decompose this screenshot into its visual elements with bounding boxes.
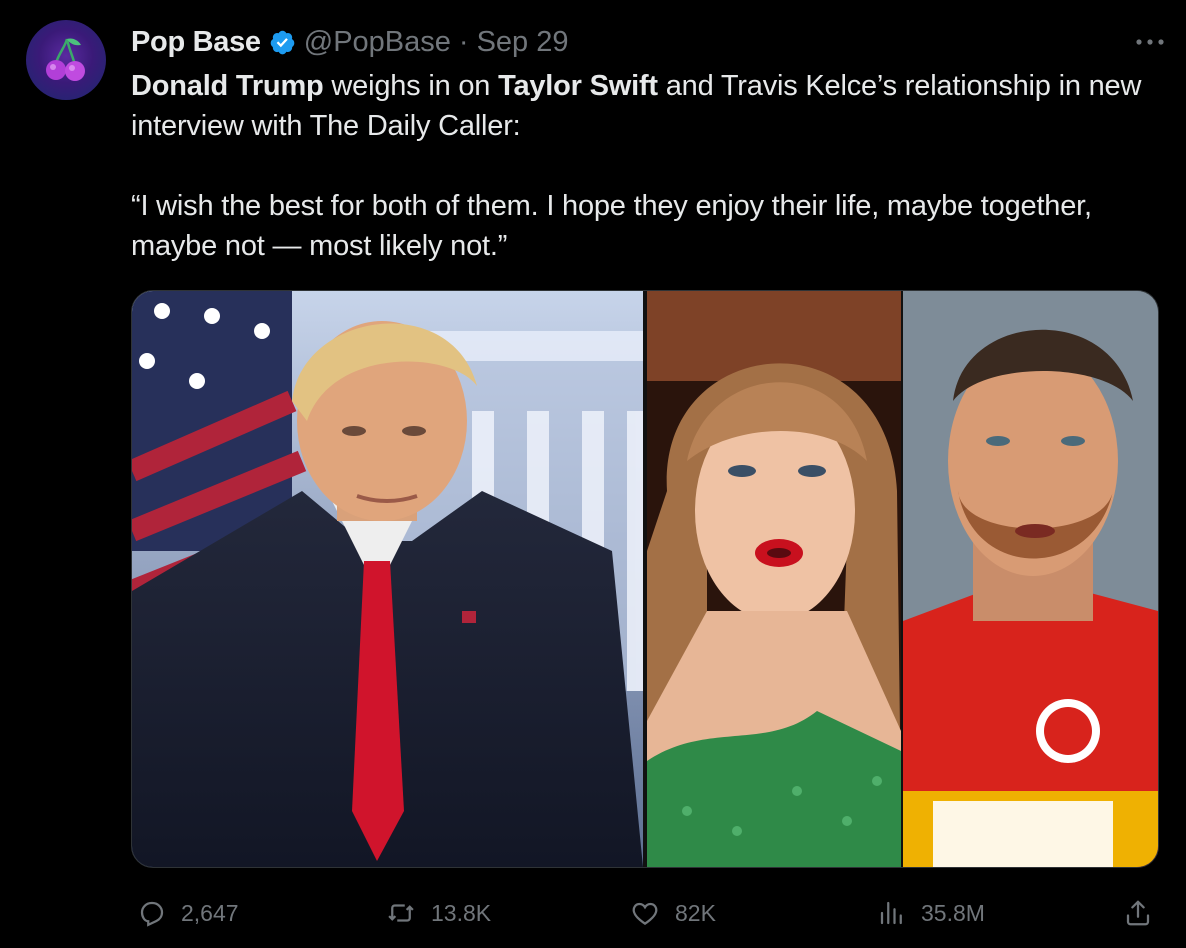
reply-button[interactable]: 2,647: [137, 893, 239, 933]
tweet-quote: “I wish the best for both of them. I hop…: [131, 190, 1092, 262]
repost-icon: [388, 904, 414, 922]
tweet-date[interactable]: Sep 29: [477, 26, 569, 59]
views-chart-icon: [880, 901, 902, 925]
media-photo-travis-kelce: [903, 291, 1158, 867]
mention-donald-trump: Donald Trump: [131, 70, 324, 102]
tweet-text: Donald Trump weighs in on Taylor Swift a…: [131, 66, 1161, 266]
tweet-text-segment: weighs in on: [323, 70, 499, 102]
repost-count: 13.8K: [431, 899, 492, 926]
tweet-media[interactable]: [131, 290, 1159, 868]
media-photo-taylor-swift: [647, 291, 901, 867]
share-icon: [1126, 900, 1150, 926]
separator: ·: [458, 25, 469, 58]
avatar[interactable]: [26, 20, 106, 100]
heart-icon: [632, 902, 658, 925]
repost-button[interactable]: 13.8K: [385, 893, 491, 933]
views-button[interactable]: 35.8M: [877, 893, 985, 933]
reply-count: 2,647: [181, 899, 239, 926]
tweet-header: Pop Base @PopBase · Sep 29: [131, 22, 1166, 62]
like-button[interactable]: 82K: [629, 893, 716, 933]
like-count: 82K: [675, 899, 716, 926]
cherries-icon: [46, 38, 85, 81]
display-name[interactable]: Pop Base: [131, 26, 261, 59]
share-button[interactable]: [1123, 893, 1167, 933]
tweet-intro-paragraph: Donald Trump weighs in on Taylor Swift a…: [131, 66, 1161, 146]
more-options-icon[interactable]: [1134, 22, 1166, 62]
account-handle[interactable]: @PopBase: [304, 26, 451, 59]
mention-taylor-swift: Taylor Swift: [498, 70, 658, 102]
verified-badge-icon[interactable]: [269, 29, 296, 56]
media-photo-trump: [132, 291, 643, 867]
view-count: 35.8M: [921, 899, 985, 926]
tweet-actions: 2,647 13.8K 82K 35.8M: [131, 893, 1161, 933]
reply-icon: [140, 901, 164, 927]
